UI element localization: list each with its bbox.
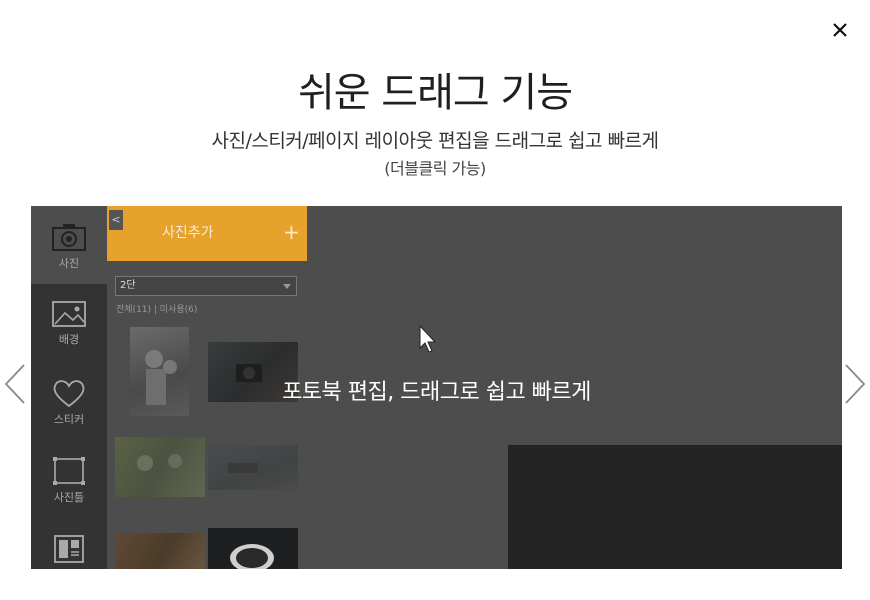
tool-label: 스티커 [53, 413, 85, 426]
column-select[interactable]: 2단 [115, 276, 297, 296]
photo-thumbnail[interactable] [115, 533, 205, 569]
add-photo-label: 사진추가 [162, 225, 214, 241]
tool-layout[interactable] [31, 534, 107, 564]
tool-label: 사진틀 [53, 491, 85, 504]
collapse-panel-button[interactable]: < [109, 210, 123, 230]
prev-button[interactable] [2, 362, 28, 406]
add-photo-button[interactable]: 사진추가 + [107, 206, 307, 261]
close-button[interactable] [828, 18, 852, 42]
tool-background[interactable]: 배경 [31, 300, 107, 347]
photo-count: 전체(11) | 미사용(6) [116, 305, 198, 315]
close-icon [833, 23, 847, 37]
chevron-left-icon [4, 364, 25, 404]
dialog-subnote: (더블클릭 가능) [384, 159, 486, 178]
tool-photo[interactable]: 사진 [31, 222, 107, 271]
chevron-down-icon [283, 284, 291, 289]
frame-icon [53, 457, 85, 485]
camera-icon [52, 224, 86, 251]
layout-icon [54, 535, 84, 563]
column-select-value: 2단 [120, 280, 136, 291]
plus-icon: + [283, 220, 300, 244]
page-canvas [508, 445, 842, 569]
photo-thumbnail[interactable] [208, 528, 298, 569]
photo-thumbnail[interactable] [115, 437, 205, 497]
image-icon [52, 301, 86, 327]
tool-label: 사진 [58, 257, 80, 270]
photo-thumbnail[interactable] [208, 445, 298, 490]
preview-overlay-text: 포토북 편집, 드래그로 쉽고 빠르게 [282, 380, 591, 405]
feature-preview: 사진 배경 스티커 사진틀 사진추가 + < 2단 전체(11) | 미사용(6… [31, 206, 842, 569]
chevron-right-icon [845, 364, 866, 404]
dialog-subtitle: 사진/스티커/페이지 레이아웃 편집을 드래그로 쉽고 빠르게 [211, 130, 659, 152]
dialog-title: 쉬운 드래그 기능 [297, 70, 573, 116]
mouse-cursor-icon [418, 324, 437, 358]
next-button[interactable] [842, 362, 868, 406]
tool-frame[interactable]: 사진틀 [31, 456, 107, 505]
tool-label: 배경 [58, 333, 80, 346]
